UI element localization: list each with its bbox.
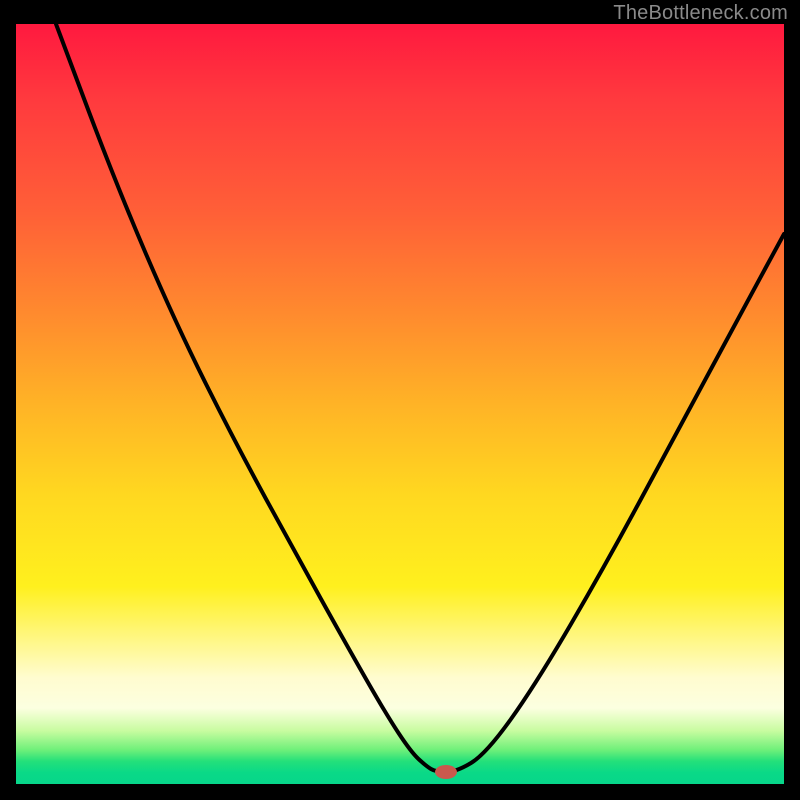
plot-area xyxy=(16,24,784,784)
minimum-marker xyxy=(435,765,457,779)
curve-layer xyxy=(16,24,784,784)
chart-frame: TheBottleneck.com xyxy=(0,0,800,800)
bottleneck-curve xyxy=(56,24,784,772)
watermark-text: TheBottleneck.com xyxy=(613,2,788,25)
